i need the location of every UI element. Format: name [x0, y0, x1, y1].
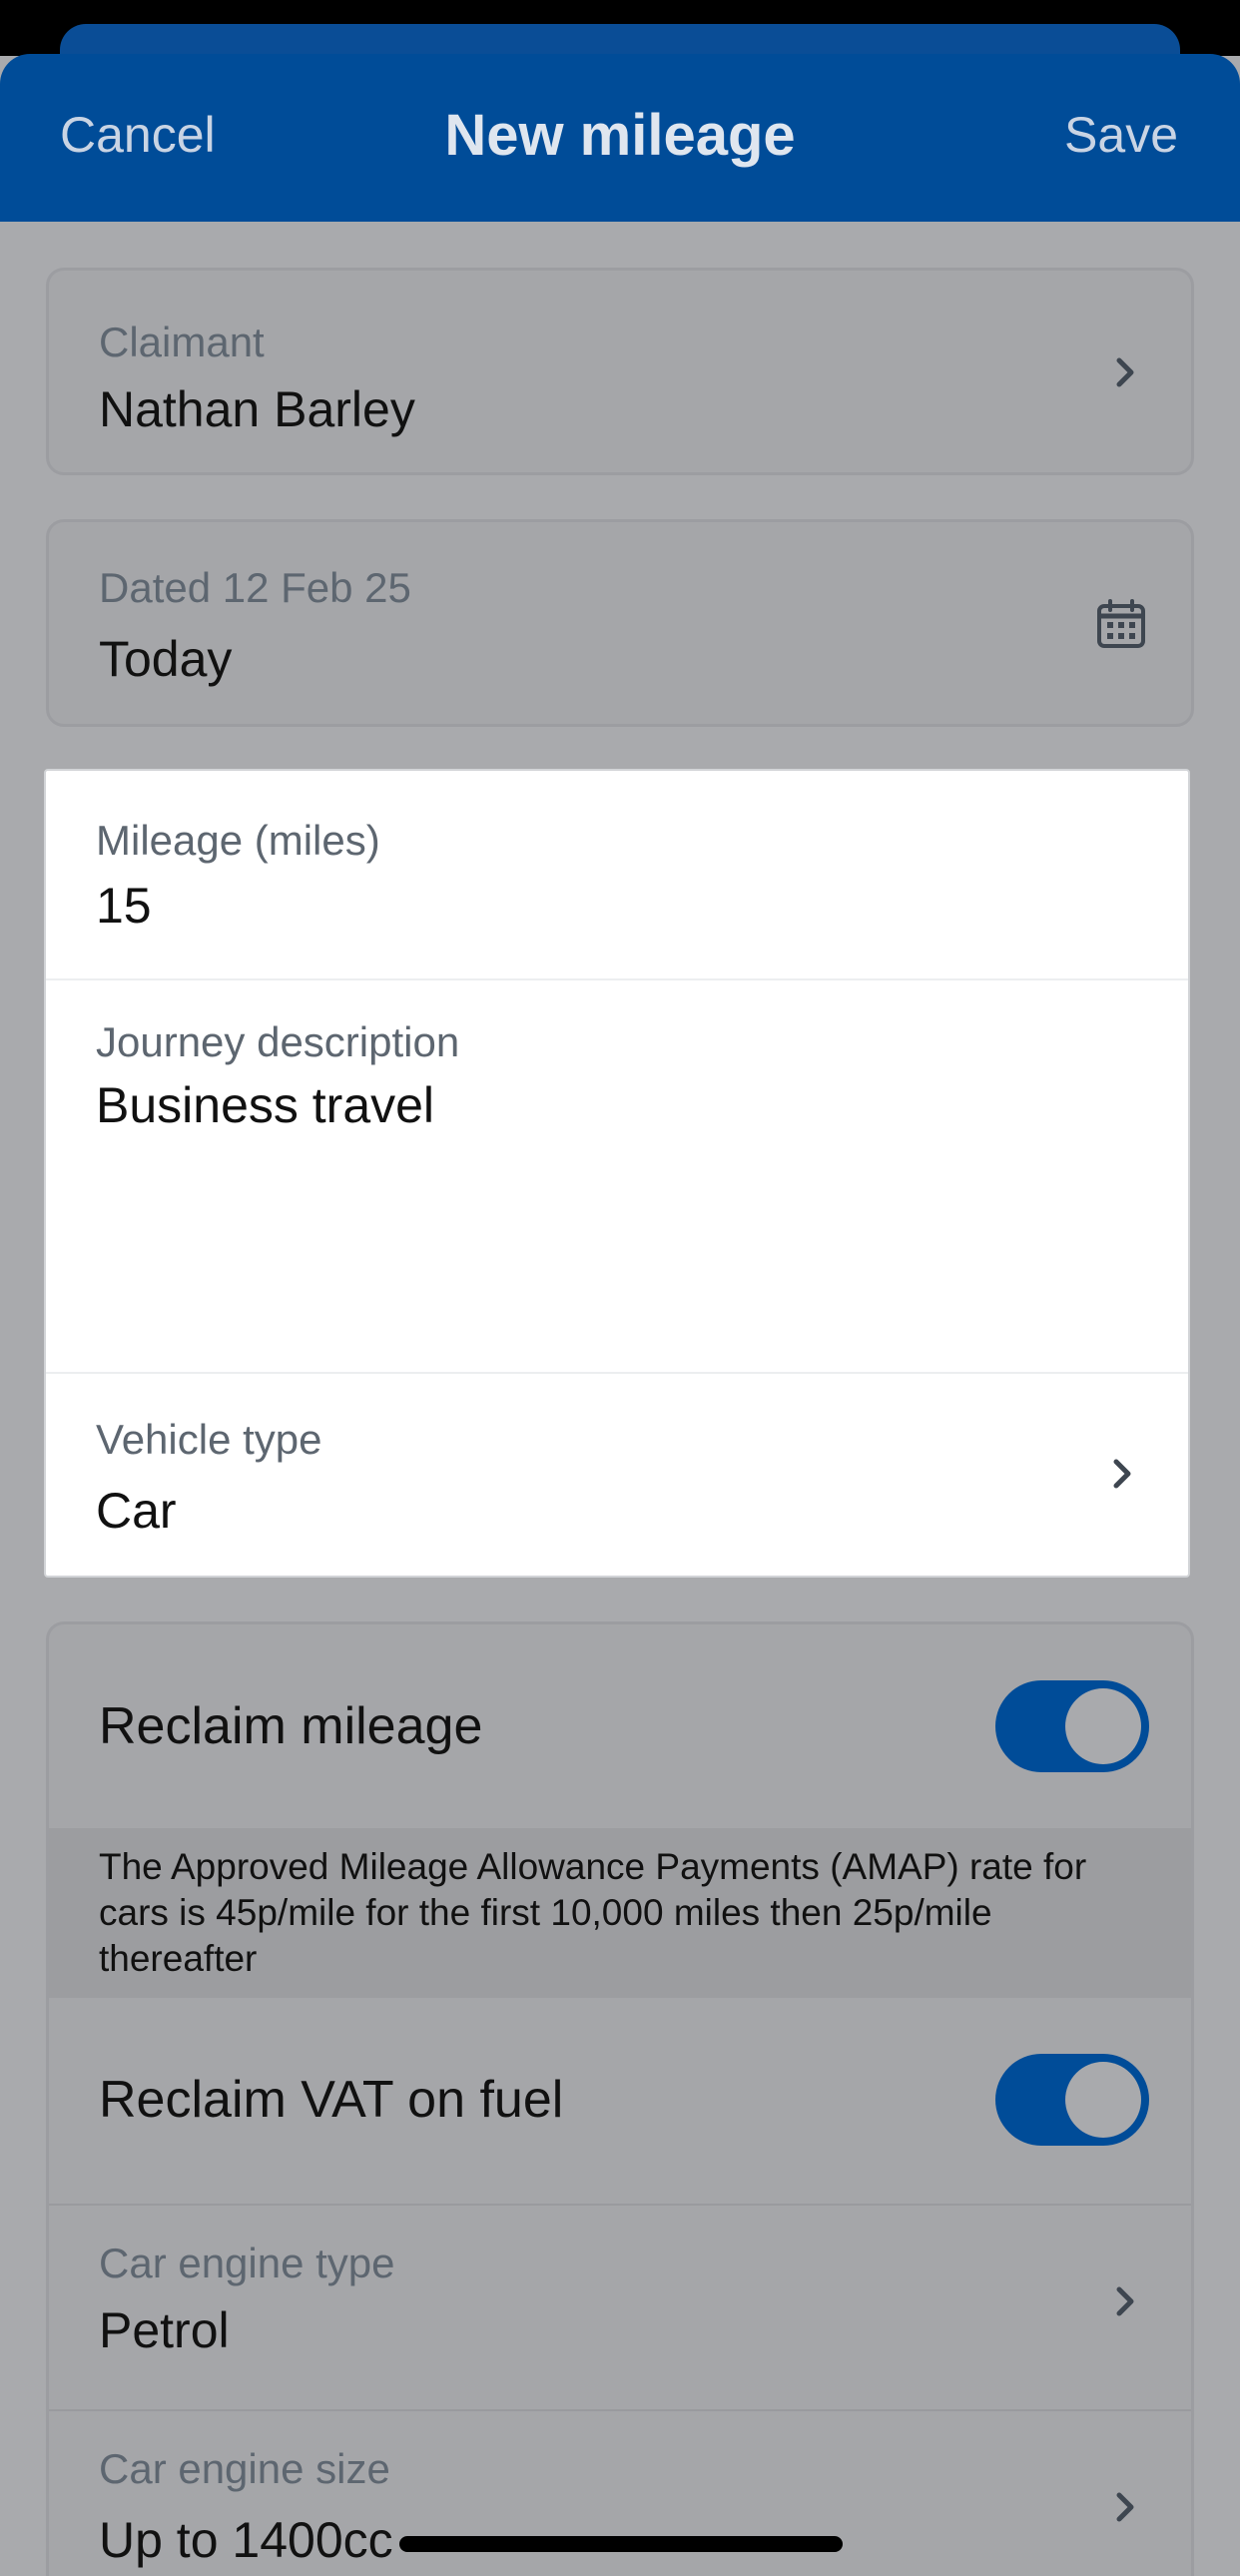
chevron-right-icon [1105, 2487, 1145, 2527]
date-label: Dated 12 Feb 25 [99, 564, 411, 611]
engine-type-row[interactable]: Car engine type Petrol [49, 2206, 1191, 2409]
journey-description-field[interactable]: Journey description Business travel [46, 980, 1188, 1372]
vehicle-type-row[interactable]: Vehicle type Car [46, 1374, 1188, 1578]
engine-size-value: Up to 1400cc [99, 2512, 393, 2568]
save-button[interactable]: Save [1064, 106, 1178, 164]
calendar-icon[interactable] [1095, 598, 1147, 650]
journey-label: Journey description [96, 1018, 460, 1065]
date-value: Today [99, 631, 233, 687]
chevron-right-icon [1105, 2281, 1145, 2321]
reclaim-mileage-toggle[interactable] [995, 1680, 1149, 1772]
vehicle-label: Vehicle type [96, 1416, 322, 1463]
chevron-right-icon [1105, 352, 1145, 392]
engine-size-label: Car engine size [99, 2445, 390, 2492]
reclaim-settings-card: Reclaim mileage The Approved Mileage All… [46, 1621, 1194, 2576]
journey-details-card: Mileage (miles) 15 Journey description B… [44, 769, 1190, 1578]
claimant-label: Claimant [99, 319, 265, 365]
journey-input[interactable]: Business travel [96, 1076, 434, 1134]
mileage-label: Mileage (miles) [96, 817, 380, 864]
mileage-input[interactable]: 15 [96, 877, 152, 935]
date-row[interactable]: Dated 12 Feb 25 Today [46, 519, 1194, 727]
claimant-value: Nathan Barley [99, 381, 415, 437]
toggle-knob [1065, 1688, 1141, 1764]
engine-type-value: Petrol [99, 2302, 230, 2358]
toggle-knob [1065, 2062, 1141, 2138]
vehicle-value: Car [96, 1483, 177, 1539]
reclaim-vat-label: Reclaim VAT on fuel [99, 2071, 564, 2129]
page-title: New mileage [444, 103, 796, 168]
home-indicator[interactable] [399, 2536, 843, 2552]
amap-info-text: The Approved Mileage Allowance Payments … [99, 1846, 1087, 1979]
engine-type-label: Car engine type [99, 2240, 395, 2286]
reclaim-vat-toggle[interactable] [995, 2054, 1149, 2146]
modal-header: Cancel New mileage Save [0, 54, 1240, 222]
reclaim-mileage-label: Reclaim mileage [99, 1697, 483, 1755]
amap-info-box: The Approved Mileage Allowance Payments … [49, 1828, 1191, 1998]
claimant-row[interactable]: Claimant Nathan Barley [46, 268, 1194, 475]
chevron-right-icon [1102, 1454, 1142, 1494]
mileage-field[interactable]: Mileage (miles) 15 [46, 771, 1188, 978]
screen: Cancel New mileage Save Claimant Nathan … [0, 0, 1240, 2576]
